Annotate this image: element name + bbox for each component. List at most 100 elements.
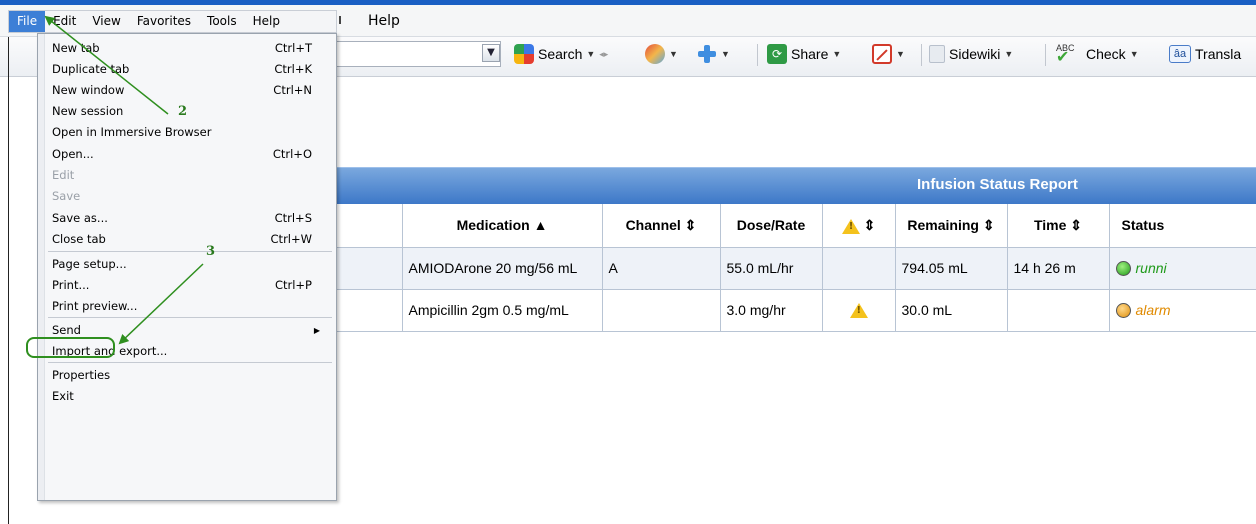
share-button[interactable]: ⟳ Share ▼ — [767, 43, 841, 65]
search-button[interactable]: Search ▼ ◂▸ — [514, 43, 608, 65]
menu-item-label: Properties — [52, 368, 111, 382]
table-row[interactable]: Ampicillin 2gm 0.5 mg/mL 3.0 mg/hr 30.0 … — [335, 289, 1256, 332]
menu-help-background[interactable]: Help — [368, 13, 400, 29]
menu-separator — [48, 251, 332, 252]
column-header-dose-rate[interactable]: Dose/Rate — [719, 204, 822, 248]
share-icon: ⟳ — [767, 44, 787, 64]
menu-item-close-tab[interactable]: Close tab Ctrl+W — [52, 229, 328, 250]
add-button[interactable]: ▼ — [697, 43, 730, 65]
spell-check-icon: ABC ✔ — [1056, 43, 1075, 66]
menu-separator — [48, 362, 332, 363]
translate-icon: âa — [1169, 45, 1191, 63]
sidewiki-icon — [929, 45, 945, 63]
check-label: Check — [1086, 46, 1126, 62]
screenshot: Help ▼ Search ▼ ◂▸ ▼ ▼ ⟳ Share ▼ ▼ Sidew… — [0, 0, 1256, 524]
menu-item-open-in-immersive-browser[interactable]: Open in Immersive Browser — [52, 122, 328, 143]
infusion-status-table: Medication ▲ Channel ⇕ Dose/Rate ⇕ Remai… — [335, 204, 1256, 332]
menu-item-print-preview[interactable]: Print preview... — [52, 296, 328, 317]
menu-tools[interactable]: Tools — [199, 11, 245, 32]
table-row[interactable]: AMIODArone 20 mg/56 mL A 55.0 mL/hr 794.… — [335, 247, 1256, 290]
menu-file[interactable]: File — [9, 11, 46, 32]
callout-step-2: 2 — [178, 104, 188, 119]
menu-item-shortcut: Ctrl+N — [273, 83, 312, 97]
remaining-cell: 30.0 mL — [894, 289, 1007, 332]
column-header-time[interactable]: Time ⇕ — [1006, 204, 1109, 248]
menu-item-duplicate-tab[interactable]: Duplicate tab Ctrl+K — [52, 59, 328, 80]
menu-item-shortcut: Ctrl+P — [274, 278, 312, 292]
warning-icon — [849, 303, 868, 319]
menu-view[interactable]: View — [84, 11, 128, 32]
menu-item-label: Close tab — [52, 232, 106, 246]
plus-icon — [697, 44, 717, 64]
google-search-icon — [514, 44, 534, 64]
column-header-remaining[interactable]: Remaining ⇕ — [894, 204, 1007, 248]
chevron-down-icon: ▼ — [832, 49, 842, 59]
menu-item-label: Save — [52, 189, 81, 203]
chevron-down-icon: ▼ — [896, 49, 905, 59]
menu-gutter — [38, 34, 45, 500]
running-status-icon — [1115, 261, 1131, 277]
toolbar-separator — [757, 44, 758, 66]
status-cell: alarm — [1108, 289, 1256, 332]
menu-item-page-setup[interactable]: Page setup... — [52, 254, 328, 275]
menu-item-shortcut: Ctrl+W — [270, 232, 312, 246]
medication-cell: Ampicillin 2gm 0.5 mg/mL — [401, 289, 602, 332]
sidewiki-button[interactable]: Sidewiki ▼ — [929, 43, 1013, 65]
warning-icon — [841, 218, 860, 234]
translate-button[interactable]: âa Transla — [1169, 43, 1241, 65]
chevron-down-icon: ▼ — [669, 49, 678, 59]
menu-help[interactable]: Help — [245, 11, 288, 32]
menu-favorites[interactable]: Favorites — [129, 11, 199, 32]
menu-item-label: Duplicate tab — [52, 62, 130, 76]
menu-edit[interactable]: Edit — [45, 11, 84, 32]
menu-item-edit: Edit — [52, 165, 328, 186]
search-label: Search — [538, 46, 583, 62]
menu-item-label: Open in Immersive Browser — [52, 125, 212, 139]
column-header-channel[interactable]: Channel ⇕ — [601, 204, 720, 248]
menu-item-label: Save as... — [52, 211, 108, 225]
dose-rate-cell: 3.0 mg/hr — [719, 289, 822, 332]
alert-cell — [821, 247, 895, 290]
time-cell — [1006, 289, 1109, 332]
column-header-medication[interactable]: Medication ▲ — [401, 204, 602, 248]
menu-item-new-session[interactable]: New session — [52, 101, 328, 122]
time-cell: 14 h 26 m — [1006, 247, 1109, 290]
chevron-down-icon: ▼ — [1129, 49, 1139, 59]
chevron-down-icon: ▼ — [721, 49, 730, 59]
menu-item-label: Exit — [52, 389, 74, 403]
menu-item-new-tab[interactable]: New tab Ctrl+T — [52, 38, 328, 59]
expand-icon: ◂▸ — [599, 48, 609, 59]
spell-check-button[interactable]: ABC ✔ Check ▼ — [1056, 43, 1139, 66]
stamp-icon — [645, 44, 665, 64]
menu-item-shortcut: Ctrl+O — [272, 147, 312, 161]
remaining-cell: 794.05 mL — [894, 247, 1007, 290]
menu-item-open[interactable]: Open... Ctrl+O — [52, 144, 328, 165]
menu-item-save-as[interactable]: Save as... Ctrl+S — [52, 208, 328, 229]
blank-cell — [335, 247, 402, 290]
menu-item-label: New session — [52, 104, 124, 118]
menu-item-label: Print... — [52, 278, 90, 292]
table-header-row: Medication ▲ Channel ⇕ Dose/Rate ⇕ Remai… — [335, 204, 1256, 248]
menu-item-properties[interactable]: Properties — [52, 365, 328, 386]
window-left-edge — [8, 37, 9, 524]
menu-item-label: Page setup... — [52, 257, 127, 271]
column-header-status[interactable]: Status — [1108, 204, 1256, 248]
menu-item-label: Send — [52, 323, 81, 337]
toolbar-separator — [1045, 44, 1046, 66]
ie-menubar: File Edit View Favorites Tools Help — [8, 10, 337, 33]
channel-cell: A — [601, 247, 720, 290]
print-highlight-box — [26, 337, 115, 358]
status-cell: runni — [1108, 247, 1256, 290]
chevron-down-icon: ▼ — [586, 49, 596, 59]
popup-blocker-icon — [872, 44, 892, 64]
address-dropdown-button[interactable]: ▼ — [482, 44, 500, 62]
menu-item-print[interactable]: Print... Ctrl+P — [52, 275, 328, 296]
popup-blocker-button[interactable]: ▼ — [872, 43, 905, 65]
menu-item-shortcut: Ctrl+T — [274, 41, 312, 55]
column-header-alert[interactable]: ⇕ — [821, 204, 895, 248]
menu-item-new-window[interactable]: New window Ctrl+N — [52, 80, 328, 101]
address-bar[interactable] — [333, 41, 501, 67]
bookmark-stamp-button[interactable]: ▼ — [645, 43, 678, 65]
report-header-bar — [335, 167, 1256, 204]
menu-item-exit[interactable]: Exit — [52, 386, 328, 407]
